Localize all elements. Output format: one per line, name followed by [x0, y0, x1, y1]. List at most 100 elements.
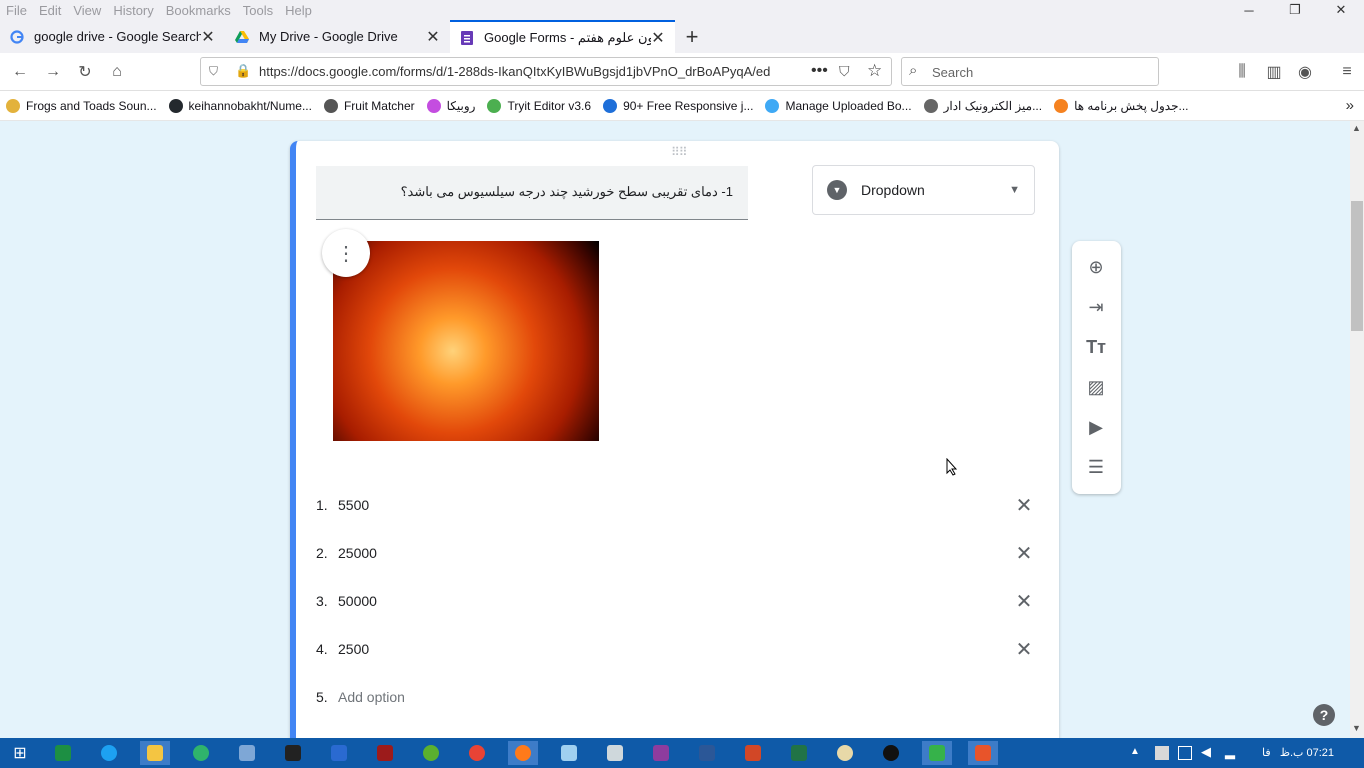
defender-app-icon[interactable]	[324, 741, 354, 765]
winrar-app-icon[interactable]	[646, 741, 676, 765]
bookmark-item[interactable]: روبیکا	[421, 98, 482, 113]
add-image-icon[interactable]: ▨	[1084, 375, 1108, 399]
question-title-field[interactable]: 1- دمای تقریبی سطح خورشید چند درجه سیلسی…	[316, 166, 748, 220]
lock-icon[interactable]: 🔒	[235, 63, 251, 79]
home-icon[interactable]: ⌂	[106, 61, 128, 83]
notepad-app-icon[interactable]	[554, 741, 584, 765]
chevron-right-icon[interactable]: »	[1346, 97, 1354, 114]
star-icon[interactable]: ☆	[867, 61, 882, 81]
option-value[interactable]: 50000	[338, 593, 1012, 609]
bookmark-item[interactable]: جدول پخش برنامه ها...	[1048, 98, 1194, 113]
bookmark-item[interactable]: Frogs and Toads Soun...	[0, 98, 163, 113]
bookmark-item[interactable]: 90+ Free Responsive j...	[597, 98, 759, 113]
recorder-app-icon[interactable]	[968, 741, 998, 765]
tray-expand-icon[interactable]: ▲	[1130, 746, 1140, 757]
add-option-row[interactable]: 5. Add option	[316, 673, 1036, 721]
restore-button[interactable]: ❐	[1272, 0, 1318, 20]
add-title-icon[interactable]: Tт	[1084, 335, 1108, 359]
question-type-select[interactable]: ▼ Dropdown ▼	[812, 165, 1035, 215]
powerpoint-app-icon[interactable]	[738, 741, 768, 765]
menu-edit[interactable]: Edit	[33, 3, 67, 18]
library-icon[interactable]: ⫼	[1231, 61, 1253, 83]
menu-file[interactable]: File	[0, 3, 33, 18]
remove-option-icon[interactable]: ✕	[1012, 589, 1036, 614]
url-text[interactable]: https://docs.google.com/forms/d/1-288ds-…	[259, 64, 804, 79]
option-row[interactable]: 3. 50000 ✕	[316, 577, 1036, 625]
shield-icon[interactable]: ⛉	[209, 64, 218, 79]
help-icon[interactable]: ?	[1313, 704, 1335, 726]
account-icon[interactable]: ◉	[1294, 61, 1316, 83]
word-app-icon[interactable]	[692, 741, 722, 765]
question-image[interactable]	[333, 241, 599, 441]
tab-my-drive[interactable]: My Drive - Google Drive ✕	[225, 20, 450, 53]
bookmark-item[interactable]: Manage Uploaded Bo...	[759, 98, 917, 113]
maps-app-icon[interactable]	[186, 741, 216, 765]
menu-bookmarks[interactable]: Bookmarks	[160, 3, 237, 18]
ie-app-icon[interactable]	[94, 741, 124, 765]
clock[interactable]: 07:21 ب.ظ	[1280, 746, 1334, 759]
firefox-app-icon[interactable]	[508, 741, 538, 765]
camtasia-app-icon[interactable]	[922, 741, 952, 765]
start-windows-icon[interactable]: ⊞	[5, 741, 35, 765]
forward-icon[interactable]: →	[42, 61, 64, 83]
scrollbar-thumb[interactable]	[1351, 201, 1363, 331]
tray-flag-icon[interactable]	[1155, 746, 1169, 760]
option-row[interactable]: 4. 2500 ✕	[316, 625, 1036, 673]
bookmark-item[interactable]: میز الکترونیک ادار...	[918, 98, 1049, 113]
url-bar[interactable]: ⛉ 🔒 https://docs.google.com/forms/d/1-28…	[200, 57, 892, 86]
security-app-icon[interactable]	[278, 741, 308, 765]
search-input[interactable]: Search	[932, 65, 973, 80]
scroll-up-icon[interactable]: ▲	[1352, 123, 1361, 133]
minimize-button[interactable]: ─	[1226, 0, 1272, 20]
reload-icon[interactable]: ↻	[74, 61, 96, 83]
explorer-app-icon[interactable]	[140, 741, 170, 765]
remove-option-icon[interactable]: ✕	[1012, 541, 1036, 566]
close-window-button[interactable]: ✕	[1318, 0, 1364, 20]
sidebar-icon[interactable]: ▥	[1263, 61, 1285, 83]
excel-app-icon[interactable]	[48, 741, 78, 765]
add-section-icon[interactable]: ☰	[1084, 455, 1108, 479]
add-question-icon[interactable]: ⊕	[1084, 255, 1108, 279]
image-more-options-icon[interactable]: ⋮	[322, 229, 370, 277]
scroll-down-icon[interactable]: ▼	[1352, 723, 1361, 733]
menu-tools[interactable]: Tools	[237, 3, 279, 18]
tab-google-forms[interactable]: Google Forms - آزمون علوم هفتم ✕	[450, 20, 675, 53]
signal-icon[interactable]: ▂	[1225, 744, 1235, 760]
question-card[interactable]: ⠿⠿ 1- دمای تقریبی سطح خورشید چند درجه سی…	[290, 141, 1059, 738]
back-icon[interactable]: ←	[9, 61, 31, 83]
tray-network-icon[interactable]	[1178, 746, 1192, 760]
close-tab-icon[interactable]: ✕	[651, 28, 665, 48]
flash-app-icon[interactable]	[370, 741, 400, 765]
bookmark-item[interactable]: keihannobakht/Nume...	[163, 98, 318, 113]
import-questions-icon[interactable]: ⇥	[1084, 295, 1108, 319]
close-tab-icon[interactable]: ✕	[426, 27, 440, 47]
add-video-icon[interactable]: ▶	[1084, 415, 1108, 439]
app-icon[interactable]	[416, 741, 446, 765]
pocket-icon[interactable]: ⛉	[839, 63, 850, 80]
bookmark-item[interactable]: Fruit Matcher	[318, 98, 421, 113]
volume-icon[interactable]: ◀	[1201, 744, 1211, 760]
hamburger-menu-icon[interactable]: ≡	[1336, 61, 1358, 83]
remove-option-icon[interactable]: ✕	[1012, 637, 1036, 662]
bookmark-item[interactable]: Tryit Editor v3.6	[481, 98, 597, 113]
tab-google-search[interactable]: google drive - Google Search ✕	[0, 20, 225, 53]
page-actions-icon[interactable]: •••	[811, 62, 828, 80]
drag-handle-icon[interactable]: ⠿⠿	[671, 145, 688, 159]
menu-help[interactable]: Help	[279, 3, 318, 18]
option-value[interactable]: 5500	[338, 497, 1012, 513]
new-tab-icon[interactable]: +	[682, 20, 702, 53]
menu-history[interactable]: History	[107, 3, 159, 18]
paint-app-icon[interactable]	[830, 741, 860, 765]
search-bar[interactable]: ⌕ Search	[901, 57, 1159, 86]
option-row[interactable]: 1. 5500 ✕	[316, 481, 1036, 529]
menu-view[interactable]: View	[67, 3, 107, 18]
linux-app-icon[interactable]	[876, 741, 906, 765]
scrollbar[interactable]: ▲ ▼	[1350, 121, 1364, 738]
network-app-icon[interactable]	[232, 741, 262, 765]
calculator-app-icon[interactable]	[600, 741, 630, 765]
option-value[interactable]: 25000	[338, 545, 1012, 561]
excel-app-icon[interactable]	[784, 741, 814, 765]
add-option-button[interactable]: Add option	[338, 689, 1036, 705]
close-tab-icon[interactable]: ✕	[201, 27, 215, 47]
option-value[interactable]: 2500	[338, 641, 1012, 657]
